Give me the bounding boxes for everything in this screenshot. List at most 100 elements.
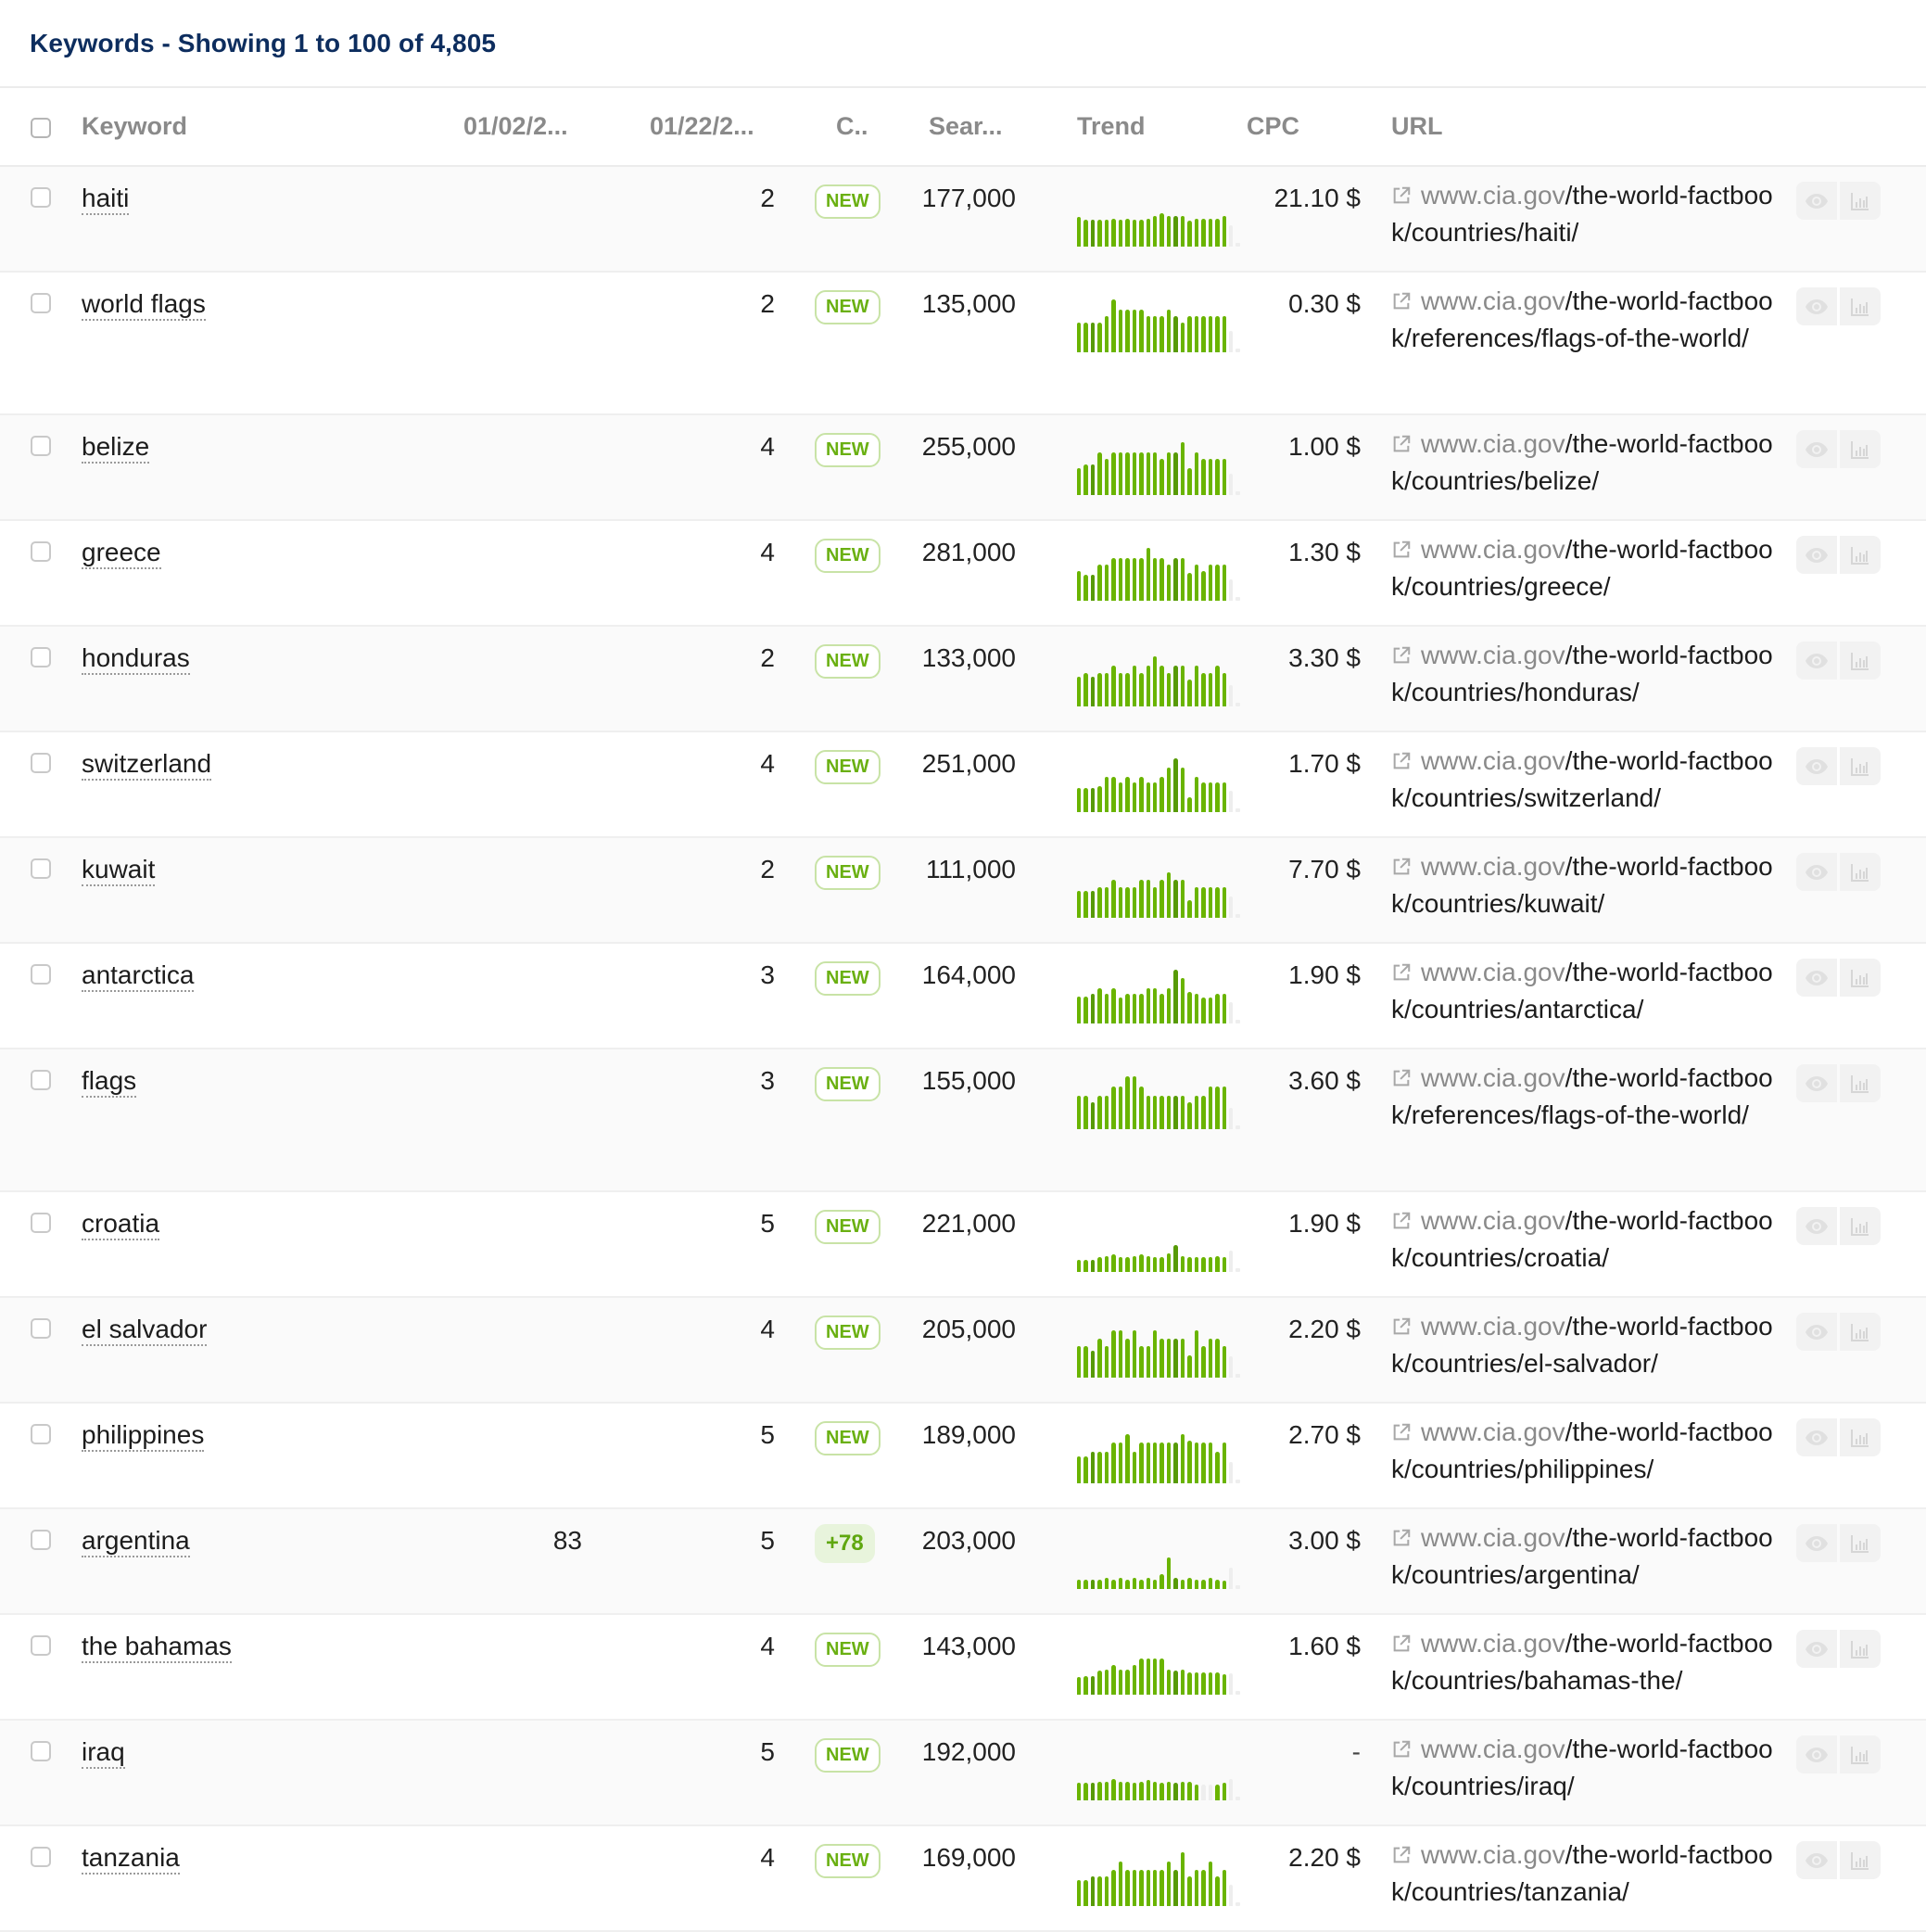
external-link-icon[interactable]: [1391, 540, 1412, 560]
preview-button[interactable]: [1796, 1064, 1837, 1102]
external-link-icon[interactable]: [1391, 751, 1412, 771]
keyword-link[interactable]: world flags: [82, 289, 206, 321]
url-host-link[interactable]: www.cia.gov: [1421, 1629, 1565, 1658]
keyword-link[interactable]: croatia: [82, 1209, 160, 1240]
preview-button[interactable]: [1796, 430, 1837, 468]
preview-button[interactable]: [1796, 1630, 1837, 1668]
row-checkbox[interactable]: [31, 1070, 51, 1090]
external-link-icon[interactable]: [1391, 962, 1412, 983]
keyword-link[interactable]: haiti: [82, 184, 130, 215]
external-link-icon[interactable]: [1391, 185, 1412, 206]
header-search-volume[interactable]: Sear...: [897, 88, 1045, 166]
chart-button[interactable]: [1840, 747, 1881, 785]
url-host-link[interactable]: www.cia.gov: [1421, 1523, 1565, 1552]
row-checkbox[interactable]: [31, 1847, 51, 1867]
row-checkbox[interactable]: [31, 187, 51, 208]
preview-button[interactable]: [1796, 1418, 1837, 1456]
external-link-icon[interactable]: [1391, 291, 1412, 311]
url-host-link[interactable]: www.cia.gov: [1421, 1206, 1565, 1235]
external-link-icon[interactable]: [1391, 857, 1412, 877]
row-checkbox[interactable]: [31, 1741, 51, 1761]
chart-button[interactable]: [1840, 853, 1881, 891]
external-link-icon[interactable]: [1391, 1211, 1412, 1231]
header-url[interactable]: URL: [1388, 88, 1796, 166]
preview-button[interactable]: [1796, 747, 1837, 785]
keyword-link[interactable]: switzerland: [82, 749, 212, 781]
url-host-link[interactable]: www.cia.gov: [1421, 746, 1565, 775]
chart-button[interactable]: [1840, 536, 1881, 574]
preview-button[interactable]: [1796, 536, 1837, 574]
url-host-link[interactable]: www.cia.gov: [1421, 1417, 1565, 1446]
external-link-icon[interactable]: [1391, 1068, 1412, 1088]
header-date1[interactable]: 01/02/2...: [452, 88, 619, 166]
chart-button[interactable]: [1840, 1207, 1881, 1245]
chart-button[interactable]: [1840, 287, 1881, 325]
chart-button[interactable]: [1840, 1630, 1881, 1668]
chart-button[interactable]: [1840, 1418, 1881, 1456]
row-checkbox[interactable]: [31, 436, 51, 456]
url-host-link[interactable]: www.cia.gov: [1421, 286, 1565, 315]
select-all-checkbox[interactable]: [31, 117, 51, 138]
external-link-icon[interactable]: [1391, 1316, 1412, 1337]
chart-button[interactable]: [1840, 430, 1881, 468]
keyword-link[interactable]: philippines: [82, 1420, 205, 1452]
row-checkbox[interactable]: [31, 1318, 51, 1339]
external-link-icon[interactable]: [1391, 1422, 1412, 1443]
keyword-link[interactable]: greece: [82, 538, 161, 569]
chart-button[interactable]: [1840, 959, 1881, 997]
preview-button[interactable]: [1796, 182, 1837, 220]
keyword-link[interactable]: el salvador: [82, 1315, 208, 1346]
preview-button[interactable]: [1796, 1735, 1837, 1773]
url-host-link[interactable]: www.cia.gov: [1421, 1063, 1565, 1092]
row-checkbox[interactable]: [31, 1424, 51, 1444]
keyword-link[interactable]: antarctica: [82, 960, 195, 992]
row-checkbox[interactable]: [31, 964, 51, 985]
url-host-link[interactable]: www.cia.gov: [1421, 1312, 1565, 1341]
preview-button[interactable]: [1796, 1313, 1837, 1351]
url-host-link[interactable]: www.cia.gov: [1421, 641, 1565, 669]
row-checkbox[interactable]: [31, 541, 51, 562]
url-host-link[interactable]: www.cia.gov: [1421, 181, 1565, 210]
chart-button[interactable]: [1840, 1313, 1881, 1351]
keyword-link[interactable]: kuwait: [82, 855, 156, 886]
url-host-link[interactable]: www.cia.gov: [1421, 1735, 1565, 1763]
header-date2[interactable]: 01/22/2...: [619, 88, 805, 166]
header-cpc[interactable]: CPC: [1240, 88, 1388, 166]
preview-button[interactable]: [1796, 1841, 1837, 1879]
chart-button[interactable]: [1840, 1524, 1881, 1562]
chart-button[interactable]: [1840, 1064, 1881, 1102]
preview-button[interactable]: [1796, 1207, 1837, 1245]
row-checkbox[interactable]: [31, 1635, 51, 1656]
chart-button[interactable]: [1840, 1841, 1881, 1879]
external-link-icon[interactable]: [1391, 434, 1412, 454]
keyword-link[interactable]: flags: [82, 1066, 137, 1098]
row-checkbox[interactable]: [31, 1213, 51, 1233]
external-link-icon[interactable]: [1391, 645, 1412, 666]
row-checkbox[interactable]: [31, 753, 51, 773]
url-host-link[interactable]: www.cia.gov: [1421, 958, 1565, 986]
url-host-link[interactable]: www.cia.gov: [1421, 429, 1565, 458]
row-checkbox[interactable]: [31, 1530, 51, 1550]
header-change[interactable]: C..: [805, 88, 897, 166]
preview-button[interactable]: [1796, 287, 1837, 325]
keyword-link[interactable]: tanzania: [82, 1843, 180, 1875]
keyword-link[interactable]: the bahamas: [82, 1632, 232, 1663]
external-link-icon[interactable]: [1391, 1633, 1412, 1654]
preview-button[interactable]: [1796, 642, 1837, 680]
external-link-icon[interactable]: [1391, 1845, 1412, 1865]
preview-button[interactable]: [1796, 853, 1837, 891]
url-host-link[interactable]: www.cia.gov: [1421, 535, 1565, 564]
header-keyword[interactable]: Keyword: [82, 88, 452, 166]
keyword-link[interactable]: belize: [82, 432, 150, 464]
row-checkbox[interactable]: [31, 647, 51, 667]
keyword-link[interactable]: honduras: [82, 643, 190, 675]
url-host-link[interactable]: www.cia.gov: [1421, 1840, 1565, 1869]
external-link-icon[interactable]: [1391, 1739, 1412, 1760]
chart-button[interactable]: [1840, 642, 1881, 680]
keyword-link[interactable]: iraq: [82, 1737, 125, 1769]
row-checkbox[interactable]: [31, 293, 51, 313]
chart-button[interactable]: [1840, 182, 1881, 220]
keyword-link[interactable]: argentina: [82, 1526, 190, 1557]
row-checkbox[interactable]: [31, 858, 51, 879]
chart-button[interactable]: [1840, 1735, 1881, 1773]
